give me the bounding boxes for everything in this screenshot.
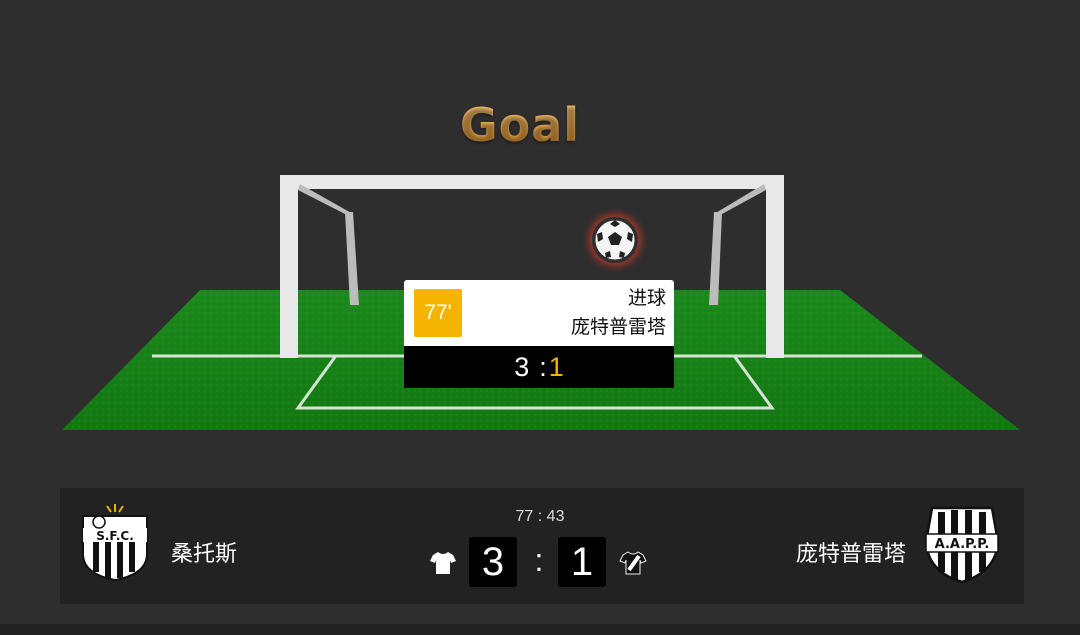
event-card-header: 77' 进球 庞特普雷塔 [404, 280, 674, 346]
away-score: 1 [558, 537, 606, 587]
event-score-separator: : [539, 351, 547, 382]
match-clock: 77 : 43 [515, 508, 565, 525]
away-team-logo[interactable]: A.A.P.P. [918, 502, 1006, 586]
goal-event-card: 77' 进球 庞特普雷塔 3 : 1 [404, 280, 674, 388]
bottom-edge [0, 624, 1080, 635]
event-score: 3 : 1 [404, 346, 674, 388]
goal-headline: Goal [0, 98, 1080, 152]
home-team-logo[interactable]: S.F.C. [77, 502, 153, 582]
event-minute-badge: 77' [414, 289, 462, 337]
home-score: 3 [469, 537, 517, 587]
scoreboard: S.F.C. 桑托斯 77 : 43 3 : 1 庞特普雷塔 A.A.P.P. [60, 488, 1024, 604]
svg-text:S.F.C.: S.F.C. [96, 529, 134, 543]
white-shirt-icon [429, 550, 457, 576]
score-separator: : [534, 542, 544, 578]
event-team-name: 庞特普雷塔 [570, 316, 666, 338]
away-team-name[interactable]: 庞特普雷塔 [796, 536, 906, 568]
home-team-name[interactable]: 桑托斯 [171, 536, 237, 568]
event-score-away: 1 [548, 351, 564, 382]
black-white-shirt-icon [619, 550, 647, 576]
match-live-view: Goal 77' 进球 庞特普雷塔 3 : 1 S.F.C. 桑托斯 77: … [0, 0, 1080, 635]
pitch-graphic [62, 175, 1020, 430]
event-score-home: 3 [514, 351, 530, 382]
soccer-ball-icon [592, 217, 638, 263]
event-type-label: 进球 [627, 287, 666, 309]
svg-text:A.A.P.P.: A.A.P.P. [935, 537, 990, 552]
